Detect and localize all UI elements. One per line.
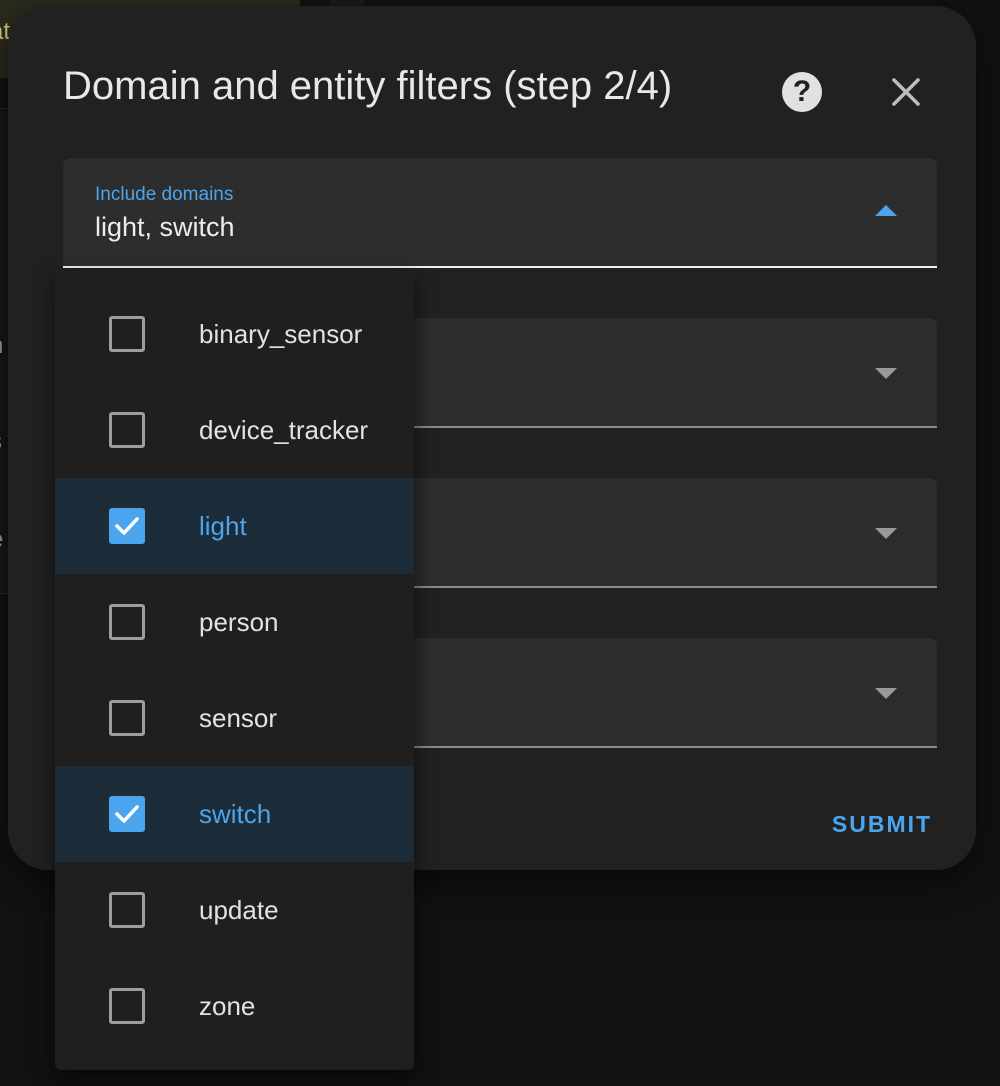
checkbox[interactable] (109, 796, 145, 832)
submit-button[interactable]: SUBMIT (820, 802, 944, 846)
menu-item[interactable]: light (55, 478, 414, 574)
include-domains-select[interactable]: Include domains light, switch (63, 158, 937, 268)
dialog-title: Domain and entity filters (step 2/4) (63, 64, 673, 108)
chevron-up-icon (875, 205, 897, 216)
menu-item[interactable]: person (55, 574, 414, 670)
help-icon[interactable]: ? (782, 72, 822, 112)
checkbox[interactable] (109, 988, 145, 1024)
background-text-fragment: n (0, 332, 3, 360)
background-text-fragment: s (0, 428, 2, 456)
menu-item-label: update (199, 895, 279, 925)
menu-item[interactable]: binary_sensor (55, 286, 414, 382)
checkbox[interactable] (109, 700, 145, 736)
menu-item-label: device_tracker (199, 415, 369, 445)
checkbox[interactable] (109, 892, 145, 928)
menu-item-label: switch (199, 799, 272, 829)
checkbox[interactable] (109, 508, 145, 544)
include-domains-value: light, switch (95, 212, 235, 242)
chevron-down-icon (875, 528, 897, 539)
chevron-down-icon (875, 688, 897, 699)
checkbox[interactable] (109, 412, 145, 448)
menu-item[interactable]: zone (55, 958, 414, 1054)
menu-item-label: light (199, 511, 247, 541)
checkbox[interactable] (109, 604, 145, 640)
menu-item-label: person (199, 607, 279, 637)
menu-item[interactable]: sensor (55, 670, 414, 766)
close-icon[interactable] (886, 72, 926, 112)
menu-item[interactable]: device_tracker (55, 382, 414, 478)
menu-item[interactable]: update (55, 862, 414, 958)
chevron-down-icon (875, 368, 897, 379)
include-domains-label: Include domains (95, 184, 234, 205)
domain-dropdown-menu: binary_sensor device_tracker light perso… (55, 270, 414, 1070)
menu-item-label: sensor (199, 703, 278, 733)
checkbox[interactable] (109, 316, 145, 352)
menu-item[interactable]: switch (55, 766, 414, 862)
menu-item-label: binary_sensor (199, 319, 363, 349)
background-text-fragment: e (0, 526, 3, 554)
menu-item-label: zone (199, 991, 256, 1021)
